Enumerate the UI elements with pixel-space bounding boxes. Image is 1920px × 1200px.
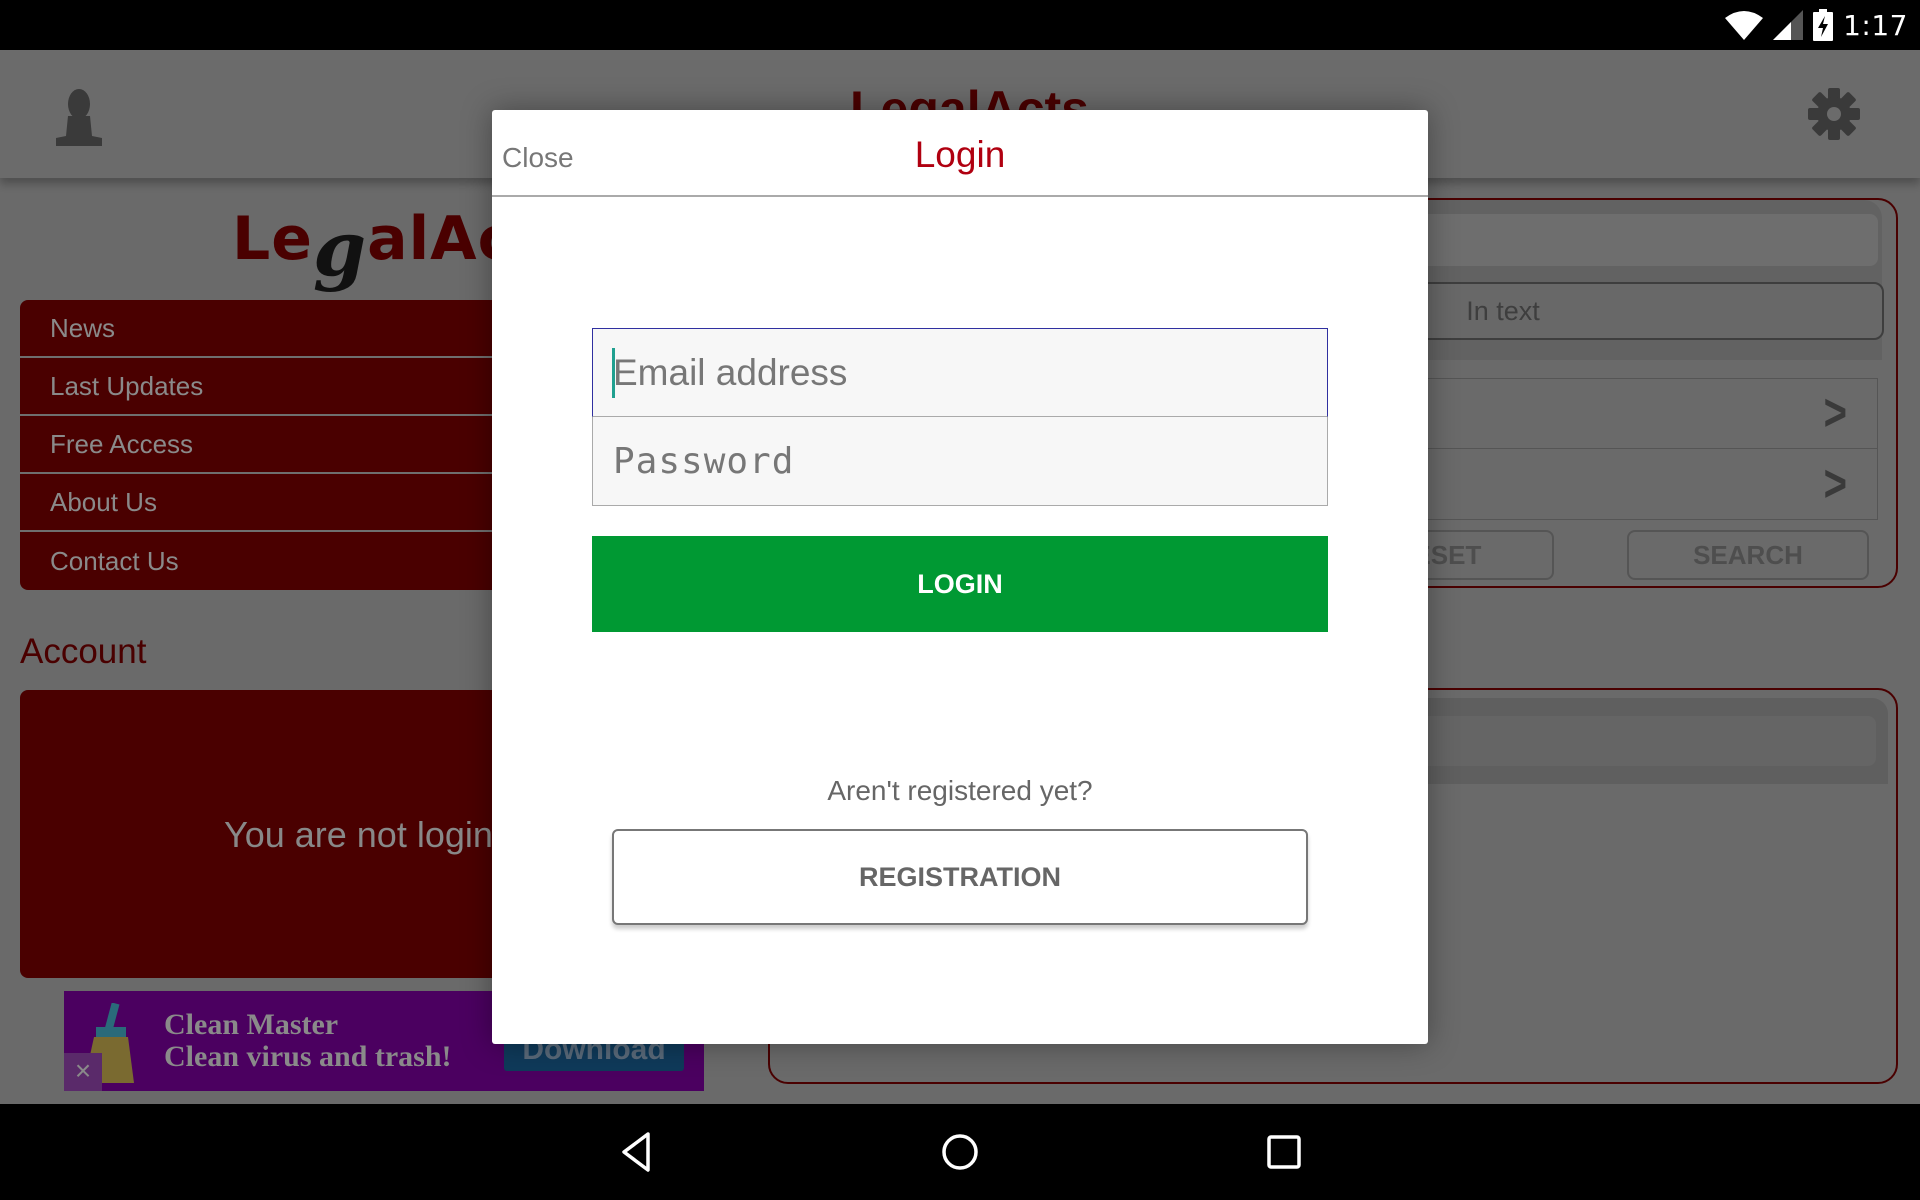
chevron-right-icon: > <box>1823 454 1847 512</box>
person-icon[interactable] <box>56 88 102 146</box>
back-icon[interactable] <box>616 1130 660 1174</box>
recents-icon[interactable] <box>1262 1130 1306 1174</box>
account-heading: Account <box>20 632 147 671</box>
registration-button[interactable]: REGISTRATION <box>612 829 1308 925</box>
password-field[interactable] <box>592 417 1328 506</box>
not-logged-in-message: You are not login <box>224 814 493 855</box>
menu-label: Free Access <box>50 428 194 459</box>
email-field[interactable] <box>592 328 1328 417</box>
clock: 1:17 <box>1843 8 1908 42</box>
chevron-right-icon: > <box>1823 384 1847 442</box>
navigation-bar <box>0 1104 1920 1200</box>
menu-label: Last Updates <box>50 370 204 401</box>
text-cursor <box>612 348 615 398</box>
ad-text: Clean Master Clean virus and trash! <box>164 1009 452 1073</box>
login-button[interactable]: LOGIN <box>592 536 1328 632</box>
dialog-header: Close Login <box>492 110 1428 197</box>
gear-icon[interactable] <box>1808 88 1860 140</box>
wifi-icon <box>1725 11 1764 40</box>
status-bar: 1:17 <box>0 0 1920 50</box>
menu-label: Contact Us <box>50 545 179 576</box>
menu-label: About Us <box>50 486 157 517</box>
ad-close-icon[interactable]: × <box>64 1053 102 1091</box>
ad-line-1: Clean Master <box>164 1008 339 1041</box>
ad-line-2: Clean virus and trash! <box>164 1040 452 1073</box>
signal-icon <box>1773 10 1804 40</box>
search-button[interactable]: SEARCH <box>1627 530 1869 580</box>
register-hint: Aren't registered yet? <box>827 775 1093 806</box>
home-icon[interactable] <box>938 1130 982 1174</box>
logo-g-glyph: g <box>312 204 368 293</box>
login-dialog: Close Login LOGIN Aren't registered yet?… <box>492 110 1428 1044</box>
login-form <box>592 328 1328 506</box>
dialog-title: Login <box>914 134 1006 175</box>
battery-charging-icon <box>1813 9 1834 41</box>
menu-label: News <box>50 312 116 343</box>
status-icons: 1:17 <box>1725 8 1908 42</box>
logo-text-pre: Le <box>232 204 313 274</box>
